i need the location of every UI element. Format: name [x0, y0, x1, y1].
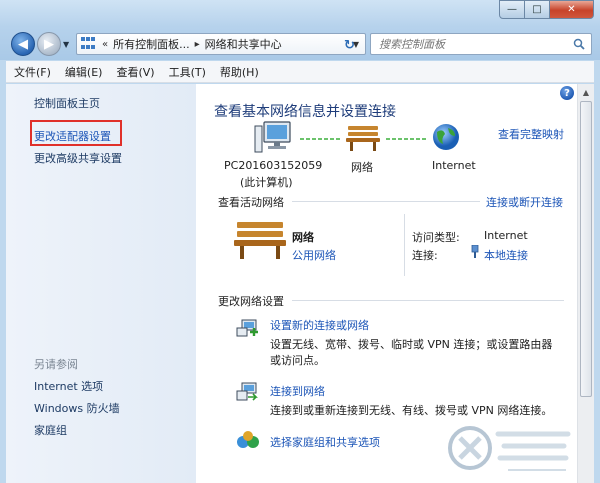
control-panel-icon — [81, 37, 97, 51]
menu-edit[interactable]: 编辑(E) — [65, 64, 103, 80]
sidebar: 控制面板主页 更改适配器设置 更改高级共享设置 另请参阅 Internet 选项… — [6, 84, 196, 483]
local-connection-link[interactable]: 本地连接 — [484, 247, 528, 263]
close-button[interactable]: ✕ — [550, 0, 594, 19]
refresh-icon[interactable]: ↻ — [344, 38, 355, 53]
scrollbar-thumb[interactable] — [580, 101, 592, 397]
help-icon[interactable]: ? — [560, 86, 574, 100]
breadcrumb-overflow[interactable]: « — [102, 39, 108, 50]
menu-help[interactable]: 帮助(H) — [220, 64, 259, 80]
sidebar-item-change-adapter-settings[interactable]: 更改适配器设置 — [34, 128, 111, 144]
map-connector — [386, 138, 426, 140]
connect-disconnect-link[interactable]: 连接或断开连接 — [486, 194, 563, 210]
arrow-right-icon: ▶ — [44, 36, 54, 52]
connect-network-icon — [236, 382, 258, 401]
task-connect-network-link[interactable]: 连接到网络 — [270, 383, 325, 399]
bench-icon — [234, 222, 286, 259]
divider — [404, 214, 405, 276]
change-settings-title: 更改网络设置 — [218, 295, 284, 308]
access-type-label: 访问类型: — [412, 231, 460, 244]
search-icon[interactable] — [573, 38, 585, 50]
sidebar-item-control-panel-home[interactable]: 控制面板主页 — [34, 95, 100, 111]
menu-view[interactable]: 查看(V) — [116, 64, 154, 80]
map-internet-label: Internet — [432, 159, 476, 172]
map-computer-sublabel: (此计算机) — [240, 176, 293, 189]
minimize-button[interactable]: — — [499, 0, 525, 19]
window-controls: — □ ✕ — [499, 0, 594, 19]
see-also-homegroup[interactable]: 家庭组 — [34, 422, 67, 438]
breadcrumb-separator-icon[interactable]: ▸ — [195, 39, 200, 50]
see-also-windows-firewall[interactable]: Windows 防火墙 — [34, 400, 120, 416]
map-network-label: 网络 — [351, 161, 373, 174]
task-connect-network-desc: 连接到或重新连接到无线、有线、拨号或 VPN 网络连接。 — [270, 404, 553, 417]
address-bar[interactable]: « 所有控制面板... ▸ 网络和共享中心 ▼ — [76, 33, 366, 55]
globe-icon — [433, 124, 459, 150]
sidebar-item-advanced-sharing[interactable]: 更改高级共享设置 — [34, 150, 122, 166]
watermark-logo — [448, 426, 571, 471]
network-name: 网络 — [292, 231, 314, 244]
divider — [292, 201, 480, 202]
new-connection-icon — [236, 319, 258, 337]
arrow-left-icon: ◀ — [18, 36, 28, 52]
forward-button[interactable]: ▶ — [37, 32, 61, 56]
computer-icon — [254, 121, 291, 153]
task-setup-connection-link[interactable]: 设置新的连接或网络 — [270, 317, 369, 333]
menu-tools[interactable]: 工具(T) — [169, 64, 206, 80]
back-button[interactable]: ◀ — [11, 32, 35, 56]
see-also-internet-options[interactable]: Internet 选项 — [34, 378, 103, 394]
menu-bar: 文件(F) 编辑(E) 查看(V) 工具(T) 帮助(H) — [6, 61, 594, 83]
task-homegroup-link[interactable]: 选择家庭组和共享选项 — [270, 434, 380, 450]
page-title: 查看基本网络信息并设置连接 — [214, 104, 396, 120]
access-type-value: Internet — [484, 229, 528, 242]
search-box — [370, 33, 592, 55]
search-input[interactable] — [379, 37, 559, 51]
divider — [292, 300, 564, 301]
task-setup-connection-desc-2: 或访问点。 — [270, 354, 325, 367]
see-also-title: 另请参阅 — [34, 358, 78, 371]
task-setup-connection-desc-1: 设置无线、宽带、拨号、临时或 VPN 连接；或设置路由器 — [270, 338, 553, 351]
ethernet-icon — [471, 245, 479, 258]
homegroup-icon — [237, 431, 259, 448]
active-networks-title: 查看活动网络 — [218, 196, 284, 209]
breadcrumb-network-center[interactable]: 网络和共享中心 — [205, 36, 282, 52]
menu-file[interactable]: 文件(F) — [14, 64, 51, 80]
maximize-button[interactable]: □ — [525, 0, 550, 19]
recent-pages-dropdown[interactable]: ▼ — [63, 40, 72, 49]
network-category-link[interactable]: 公用网络 — [292, 247, 336, 263]
view-full-map-link[interactable]: 查看完整映射 — [498, 126, 564, 142]
breadcrumb-all-control-panel[interactable]: 所有控制面板... — [113, 36, 190, 52]
bench-icon — [346, 126, 380, 151]
title-bar: — □ ✕ ◀ ▶ ▼ « 所有控制面板... ▸ 网络和共享中心 ▼ ↻ — [0, 0, 600, 60]
map-computer-name: PC201603152059 — [224, 159, 323, 172]
connection-label: 连接: — [412, 249, 438, 262]
scroll-up-icon[interactable]: ▲ — [578, 84, 594, 100]
map-connector — [300, 138, 342, 140]
